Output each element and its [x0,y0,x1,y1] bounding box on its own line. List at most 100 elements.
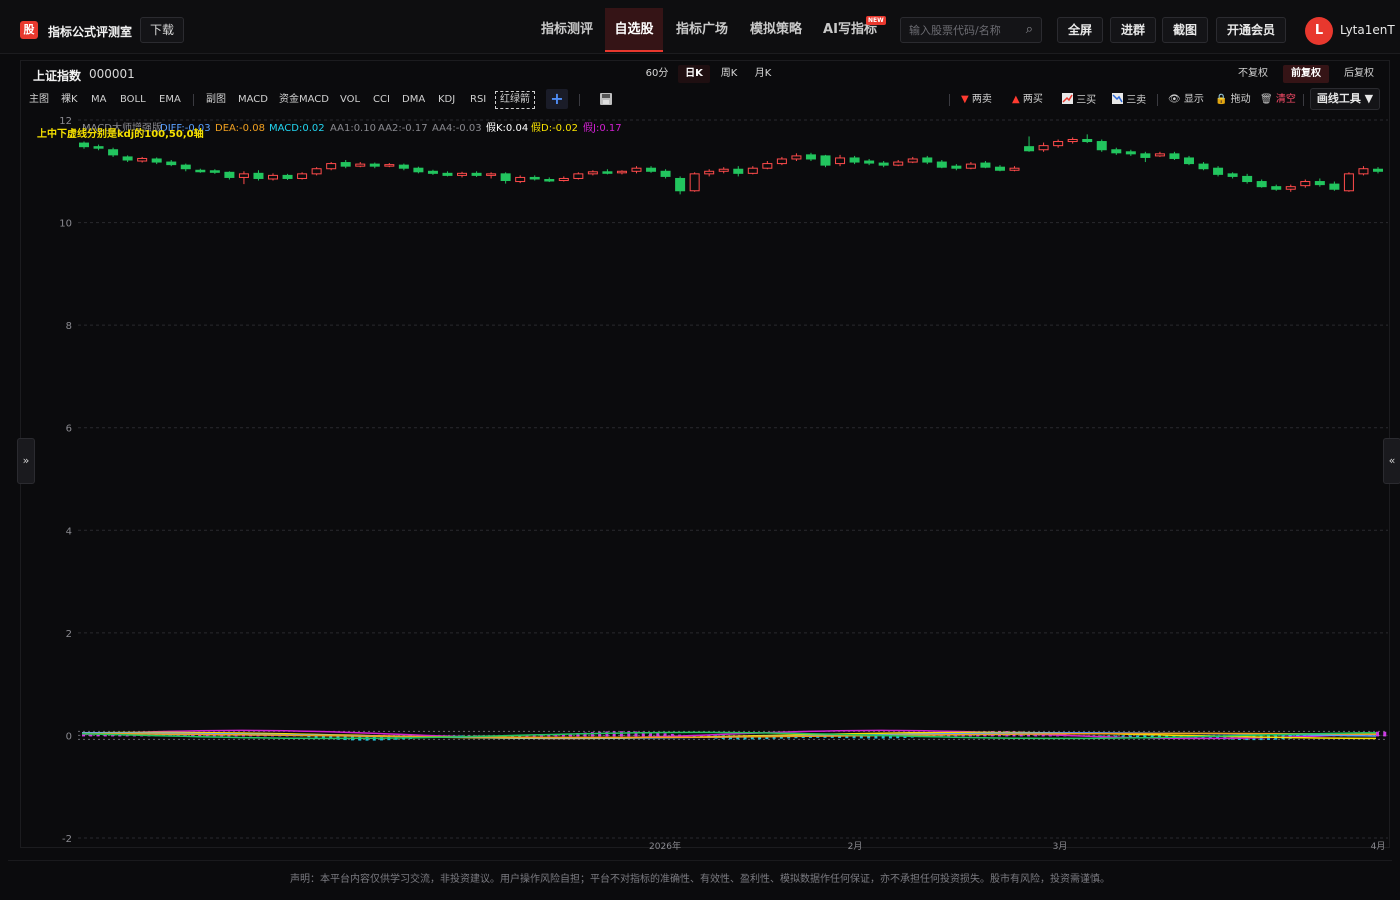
candle-body [791,155,802,160]
candle-body [835,157,846,165]
indicator-legend-item: AA2:-0.17 [378,123,428,134]
y-tick-label: 8 [66,321,72,332]
disclaimer: 声明：本平台内容仅供学习交流，非投资建议。用户操作风险自担；平台不对指标的准确性… [290,874,1110,885]
candle-body [1053,141,1064,147]
macd-histogram-bar [1383,731,1387,737]
candle-body [355,163,366,167]
candle-body [573,173,584,179]
candle-body [1285,186,1296,190]
candle-body [1111,149,1122,154]
candle-body [457,172,468,176]
candle-body [646,167,657,172]
y-tick-label: 2 [66,629,72,640]
candle-body [776,158,787,165]
candle-body [224,171,235,178]
candle-body [486,173,497,176]
candle-body [1227,173,1238,177]
candle-body [849,157,860,163]
candle-body [529,176,540,180]
candle-body [660,170,671,177]
candle-body [253,172,264,179]
candle-body [122,156,133,161]
candle-body [1213,167,1224,175]
candle-body [238,173,249,178]
x-tick-label: 3月 [1053,841,1068,852]
candle-body [500,173,511,182]
candle-body [587,171,598,175]
candle-body [994,166,1005,171]
indicator-legend-item: AA4:-0.03 [432,123,482,134]
candle-body [1082,138,1093,143]
candle-body [1256,181,1267,188]
candle-body [398,164,409,169]
macd-histogram-bar [627,731,631,737]
y-tick-label: -2 [62,834,72,845]
candle-body [1154,153,1165,157]
y-tick-label: 12 [59,116,72,127]
candle-body [936,161,947,168]
candle-body [369,163,380,167]
candle-body [675,177,686,192]
y-tick-label: 6 [66,424,72,435]
candle-body [878,162,889,166]
candle-body [340,162,351,167]
candle-body [1024,146,1035,152]
candle-body [616,170,627,174]
candle-body [907,158,918,163]
candle-body [195,169,206,173]
candle-body [413,167,424,173]
candle-body [427,170,438,174]
candle-body [384,164,395,167]
candle-body [1169,153,1180,159]
candle-body [1358,168,1369,175]
candle-body [747,167,758,174]
candle-body [1140,153,1151,158]
kline-chart[interactable]: 121086420-22026年 2月 3月 4月MACD大师增强版DIFF:-0.0… [0,0,1400,860]
indicator-legend-item: 假K:0.04 [486,121,528,134]
candle-body [704,170,715,175]
candle-body [180,164,191,170]
candle-body [1343,173,1354,192]
candle-body [166,161,177,166]
candle-body [151,158,162,163]
candle-body [79,142,89,148]
candle-body [631,167,642,172]
candle-body [805,154,816,160]
candle-body [602,171,613,174]
candle-body [980,162,991,168]
candle-body [893,161,904,166]
candle-body [1096,141,1107,151]
candle-body [820,155,831,166]
candle-body [297,173,308,179]
candle-body [544,178,555,182]
candle-body [965,163,976,169]
candle-body [1125,151,1136,155]
candle-body [326,163,337,170]
candle-body [1314,181,1325,186]
candle-body [442,172,453,176]
candle-body [282,174,293,179]
candle-body [864,160,875,164]
indicator-legend-item: AA1:0.10 [330,123,376,134]
indicator-legend-item: DEA:-0.08 [215,123,265,134]
candle-body [311,168,322,175]
candle-body [1009,167,1020,171]
candle-body [951,165,962,169]
x-tick-label: 2月 [848,841,863,852]
indicator-legend-item: 假J:0.17 [583,121,622,134]
candle-body [93,146,104,149]
divider [8,860,1392,861]
candle-body [1198,163,1209,170]
candle-body [733,168,744,174]
candle-body [1300,181,1311,187]
candle-body [1329,183,1340,190]
candle-body [762,163,773,169]
candle-body [1067,138,1078,143]
candle-body [1271,186,1282,190]
candle-body [558,177,569,182]
candle-body [1038,145,1049,151]
y-tick-label: 10 [59,219,72,230]
candle-body [108,149,119,156]
candle-body [137,157,148,162]
x-tick-label: 2026年 [649,840,681,852]
